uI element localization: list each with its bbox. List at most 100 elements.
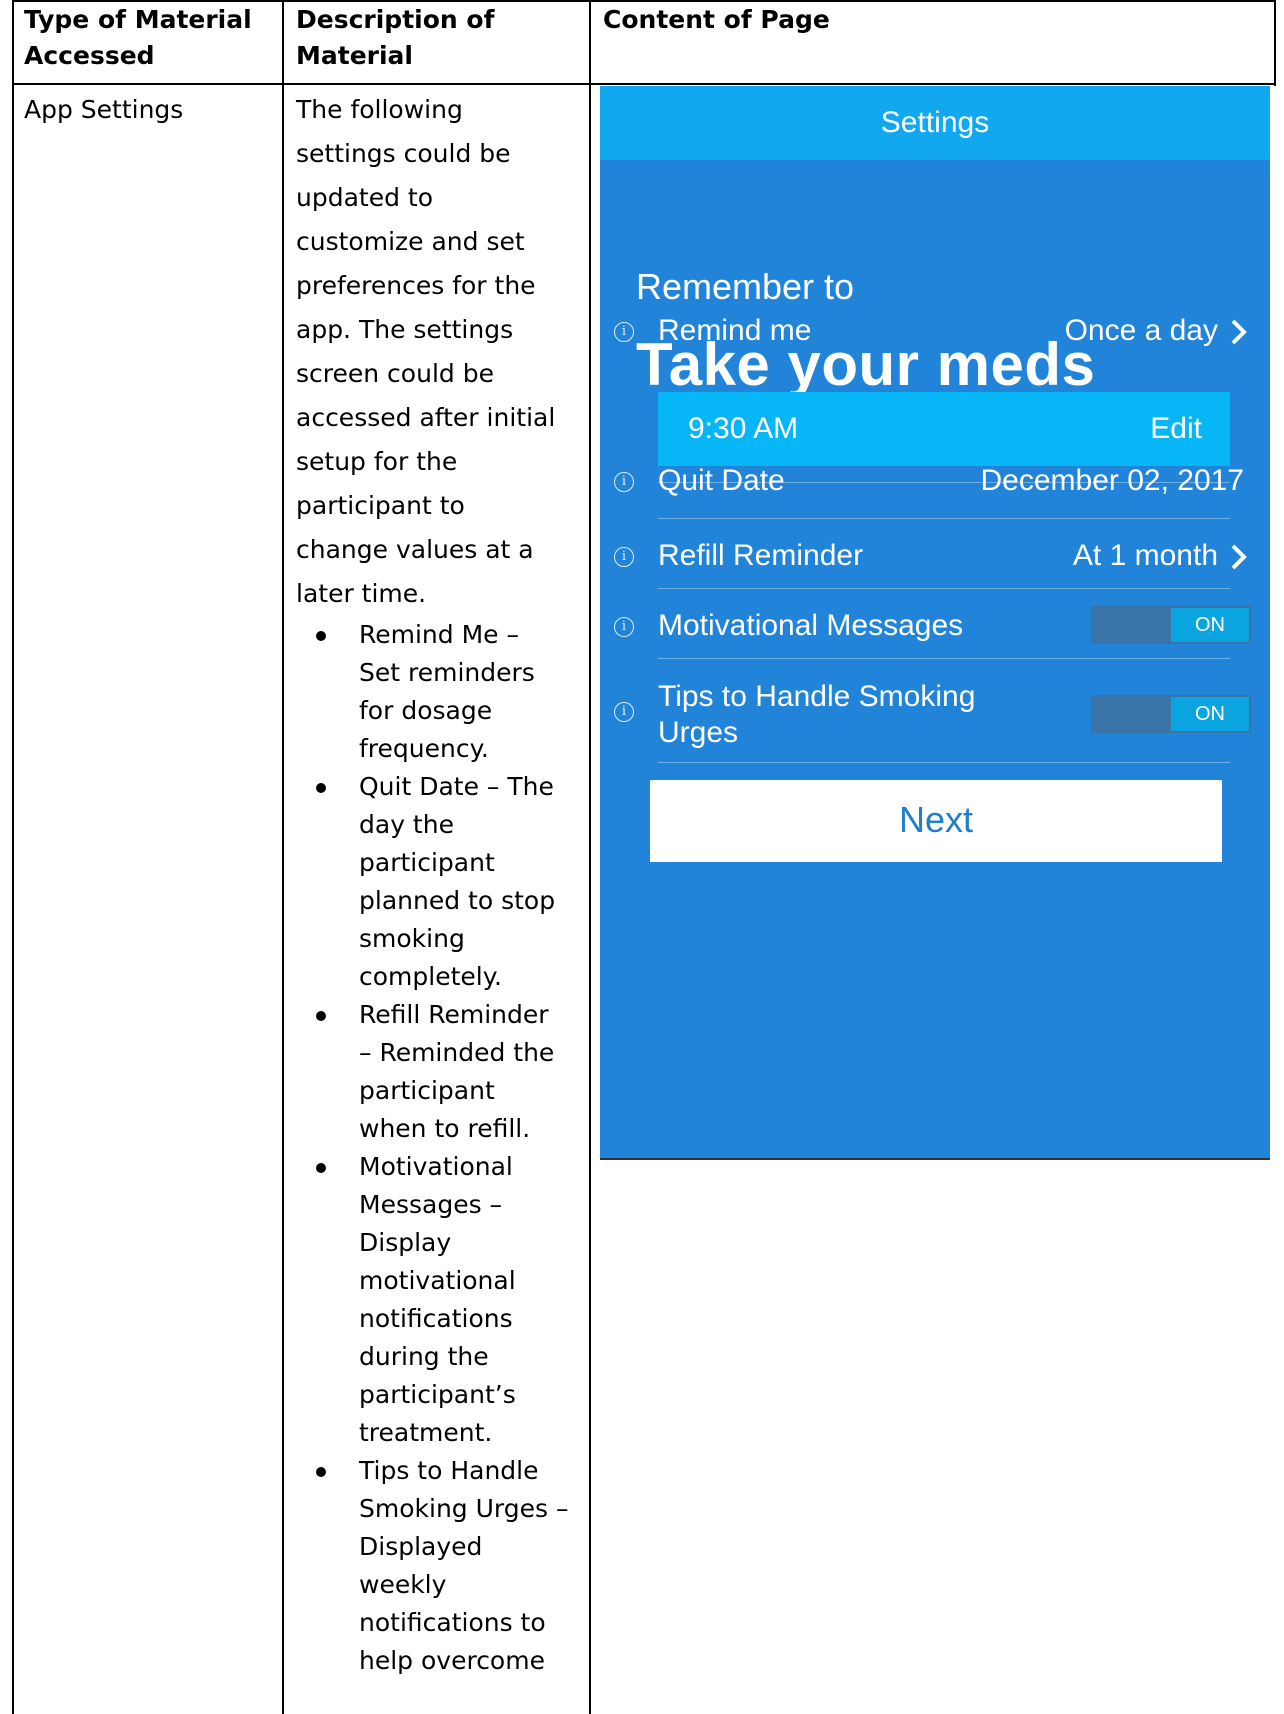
chevron-right-icon[interactable]	[1228, 542, 1250, 572]
tips-smoking-urges-label: Tips to Handle Smoking Urges	[658, 679, 975, 751]
info-icon[interactable]: i	[614, 472, 634, 492]
bullet-line: when to refill.	[359, 1114, 531, 1143]
bullet-line: participant’s	[359, 1380, 516, 1409]
remind-me-label: Remind me	[658, 314, 812, 347]
tips-smoking-urges-toggle[interactable]: ON	[1091, 695, 1251, 733]
quit-date-label: Quit Date	[658, 464, 785, 497]
bullet-line: Set reminders	[359, 658, 535, 687]
bullet-line: during the	[359, 1342, 489, 1371]
bullet-dot-icon	[316, 1011, 326, 1021]
bullet-line: treatment.	[359, 1418, 493, 1447]
description-line: app. The settings	[296, 315, 514, 344]
table-border-left	[12, 0, 14, 1714]
bullet-line: participant	[359, 848, 495, 877]
bullet-line: frequency.	[359, 734, 489, 763]
next-button[interactable]: Next	[650, 780, 1222, 862]
header-line: Material	[296, 41, 413, 70]
description-cell: The following settings could be updated to…	[296, 88, 588, 1680]
table-border-col1	[282, 0, 284, 1714]
bullet-line: Remind Me –	[359, 620, 519, 649]
quit-date-value[interactable]: December 02, 2017	[981, 464, 1245, 498]
chevron-right-icon[interactable]	[1228, 317, 1250, 347]
header-type-of-material: Type of Material Accessed	[24, 2, 252, 74]
bullet-line: notifications to	[359, 1608, 546, 1637]
header-line: Content of Page	[603, 5, 830, 34]
info-icon[interactable]: i	[614, 702, 634, 722]
bullet-line: Displayed	[359, 1532, 483, 1561]
divider	[658, 762, 1230, 763]
divider	[658, 518, 1230, 519]
divider	[658, 588, 1230, 589]
header-line: Type of Material	[24, 5, 252, 34]
description-line: accessed after initial	[296, 403, 556, 432]
reminder-time-row[interactable]: 9:30 AM Edit	[658, 392, 1230, 466]
remind-me-value[interactable]: Once a day	[1065, 314, 1218, 348]
screenshot-bottom-edge	[600, 1158, 1270, 1160]
bullet-dot-icon	[316, 1467, 326, 1477]
bullet-item: Refill Reminder – Reminded the participant…	[296, 996, 588, 1148]
description-line: settings could be	[296, 139, 511, 168]
description-bullet-list: Remind Me – Set reminders for dosage freque…	[296, 616, 588, 1680]
header-content-of-page: Content of Page	[603, 2, 830, 38]
table-border-right	[1274, 0, 1276, 86]
header-description: Description of Material	[296, 2, 494, 74]
bullet-item: Quit Date – The day the participant planned…	[296, 768, 588, 996]
toggle-on-label: ON	[1171, 608, 1249, 642]
bullet-item: Remind Me – Set reminders for dosage freque…	[296, 616, 588, 768]
description-line: The following	[296, 95, 463, 124]
description-line: preferences for the	[296, 271, 536, 300]
reminder-time: 9:30 AM	[688, 412, 799, 445]
app-top-bar: Settings	[600, 86, 1270, 160]
bullet-line: for dosage	[359, 696, 493, 725]
bullet-line: smoking	[359, 924, 465, 953]
bullet-line: day the	[359, 810, 454, 839]
refill-reminder-label: Refill Reminder	[658, 539, 864, 572]
label-line: Urges	[658, 716, 739, 749]
description-paragraph: The following settings could be updated to…	[296, 88, 588, 616]
app-title: Settings	[880, 106, 990, 139]
bullet-line: Display	[359, 1228, 452, 1257]
bullet-item: Tips to Handle Smoking Urges – Displayed we…	[296, 1452, 588, 1680]
remember-to-text: Remember to	[636, 266, 855, 307]
bullet-dot-icon	[316, 631, 326, 641]
motivational-messages-toggle[interactable]: ON	[1091, 606, 1251, 644]
toggle-on-label: ON	[1171, 697, 1249, 731]
bullet-line: Refill Reminder	[359, 1000, 549, 1029]
info-icon[interactable]: i	[614, 617, 634, 637]
description-line: screen could be	[296, 359, 494, 388]
bullet-line: motivational	[359, 1266, 516, 1295]
bullet-line: Smoking Urges –	[359, 1494, 569, 1523]
edit-time-button[interactable]: Edit	[1150, 412, 1202, 446]
table-border-col2	[589, 0, 591, 1714]
table-header-divider	[12, 83, 1276, 85]
description-line: change values at a	[296, 535, 534, 564]
bullet-line: completely.	[359, 962, 502, 991]
bullet-line: Motivational	[359, 1152, 513, 1181]
description-line: participant to	[296, 491, 465, 520]
description-line: later time.	[296, 579, 427, 608]
description-line: customize and set	[296, 227, 525, 256]
info-icon[interactable]: i	[614, 547, 634, 567]
header-line: Description of	[296, 5, 495, 34]
bullet-line: planned to stop	[359, 886, 556, 915]
type-cell: App Settings	[24, 95, 184, 124]
bullet-dot-icon	[316, 1163, 326, 1173]
bullet-dot-icon	[316, 783, 326, 793]
bullet-line: notifications	[359, 1304, 513, 1333]
bullet-line: – Reminded the	[359, 1038, 555, 1067]
divider	[658, 658, 1230, 659]
refill-reminder-value[interactable]: At 1 month	[1073, 539, 1218, 573]
app-settings-screenshot: Settings Remember to Take your meds i Re…	[600, 86, 1270, 1160]
description-line: setup for the	[296, 447, 458, 476]
bullet-line: Tips to Handle	[359, 1456, 539, 1485]
bullet-line: Quit Date – The	[359, 772, 554, 801]
bullet-line: help overcome	[359, 1646, 545, 1675]
bullet-line: weekly	[359, 1570, 447, 1599]
bullet-line: Messages –	[359, 1190, 503, 1219]
header-line: Accessed	[24, 41, 155, 70]
bullet-line: participant	[359, 1076, 495, 1105]
bullet-item: Motivational Messages – Display motivationa…	[296, 1148, 588, 1452]
info-icon[interactable]: i	[614, 322, 634, 342]
description-line: updated to	[296, 183, 433, 212]
label-line: Tips to Handle Smoking	[658, 680, 976, 713]
